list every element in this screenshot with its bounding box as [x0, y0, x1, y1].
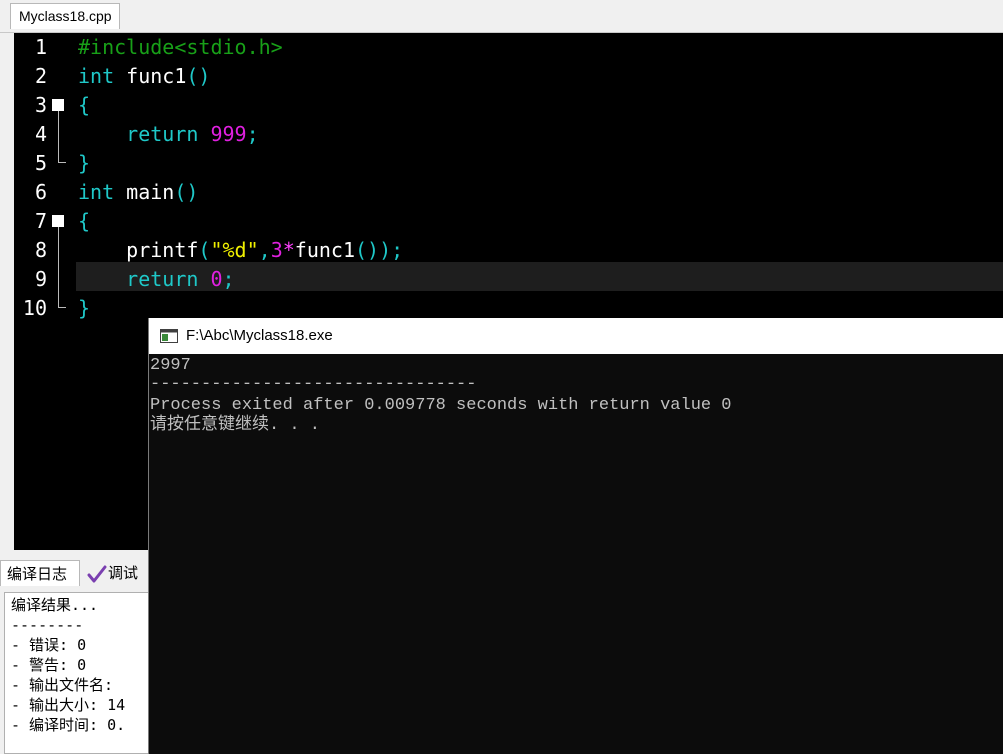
semicolon-token: ;	[246, 122, 259, 146]
log-line: - 输出大小: 14	[11, 696, 126, 714]
keyword-token: int	[78, 180, 115, 204]
console-output-line: Process exited after 0.009778 seconds wi…	[150, 396, 732, 415]
preprocessor-token: #include<stdio.h>	[78, 35, 283, 59]
string-token: "%d"	[210, 238, 259, 262]
log-line: - 编译时间: 0.	[11, 716, 126, 734]
bracket-token: ()	[174, 180, 199, 204]
editor-tab-bar: Myclass18.cpp	[0, 0, 1003, 33]
bracket-token: }	[78, 151, 91, 175]
line-number: 10	[22, 296, 47, 320]
bracket-token: {	[78, 209, 91, 233]
line-number: 9	[34, 267, 47, 291]
line-number: 2	[34, 64, 47, 88]
fold-end-marker	[58, 162, 66, 163]
bracket-token: {	[78, 93, 91, 117]
log-line: - 错误: 0	[11, 636, 87, 654]
identifier-token: func1	[114, 64, 187, 88]
fold-guide	[58, 227, 59, 307]
semicolon-token: ;	[222, 267, 235, 291]
code-line-2: int func1()	[78, 62, 210, 91]
bracket-token: ())	[355, 238, 392, 262]
log-line: - 警告: 0	[11, 656, 87, 674]
tab-debug-label: 调试	[108, 564, 139, 582]
comma-token: ,	[258, 238, 271, 262]
code-line-7: {	[78, 207, 90, 236]
line-number: 5	[34, 151, 47, 175]
code-line-9: return 0;	[78, 265, 235, 294]
compile-log-panel[interactable]: 编译结果... -------- - 错误: 0 - 警告: 0 - 输出文件名…	[4, 592, 154, 754]
tab-compile-log-label: 编译日志	[7, 565, 68, 583]
code-line-10: }	[78, 294, 90, 323]
fold-toggle-icon[interactable]	[52, 99, 64, 111]
identifier-token: printf	[126, 238, 199, 262]
log-line: - 输出文件名:	[11, 676, 114, 694]
fold-end-marker	[58, 307, 66, 308]
line-number: 1	[34, 35, 47, 59]
code-line-8: printf("%d",3*func1());	[78, 236, 403, 265]
console-title: F:\Abc\Myclass18.exe	[186, 327, 333, 344]
code-line-4: return 999;	[78, 120, 259, 149]
line-number: 4	[34, 122, 47, 146]
console-output-line: 请按任意键继续. . .	[150, 416, 321, 435]
console-window[interactable]: F:\Abc\Myclass18.exe 2997 --------------…	[148, 318, 1003, 754]
operator-token: *	[282, 238, 295, 262]
line-number: 3	[34, 93, 47, 117]
console-titlebar[interactable]: F:\Abc\Myclass18.exe	[149, 318, 1003, 354]
bracket-token: (	[198, 238, 211, 262]
checkmark-icon	[87, 565, 107, 582]
line-number: 6	[34, 180, 47, 204]
bracket-token: ()	[186, 64, 211, 88]
bracket-token: }	[78, 296, 91, 320]
line-number-gutter: 1 2 3 4 5 6 7 8 9 10	[14, 33, 74, 550]
log-line: --------	[11, 616, 84, 634]
code-line-6: int main()	[78, 178, 198, 207]
identifier-token: func1	[294, 238, 355, 262]
code-line-3: {	[78, 91, 90, 120]
identifier-token: main	[114, 180, 175, 204]
log-line: 编译结果...	[11, 596, 99, 614]
keyword-token: int	[78, 64, 115, 88]
number-token: 999	[198, 122, 247, 146]
line-number: 8	[34, 238, 47, 262]
fold-toggle-icon[interactable]	[52, 215, 64, 227]
code-line-1: #include<stdio.h>	[78, 33, 283, 62]
semicolon-token: ;	[391, 238, 404, 262]
fold-guide	[58, 111, 59, 162]
tab-myclass18-cpp[interactable]: Myclass18.cpp	[10, 3, 120, 29]
console-app-icon	[160, 329, 178, 343]
keyword-token: return	[126, 122, 199, 146]
console-output-line: 2997	[150, 356, 191, 375]
line-number: 7	[34, 209, 47, 233]
bottom-panel-tabs: 编译日志 调试	[0, 558, 160, 588]
number-token: 3	[270, 238, 283, 262]
console-separator: --------------------------------	[150, 375, 477, 394]
number-token: 0	[198, 267, 223, 291]
code-line-5: }	[78, 149, 90, 178]
keyword-token: return	[126, 267, 199, 291]
tab-compile-log[interactable]: 编译日志	[0, 560, 80, 586]
tab-debug[interactable]: 调试	[86, 560, 156, 586]
